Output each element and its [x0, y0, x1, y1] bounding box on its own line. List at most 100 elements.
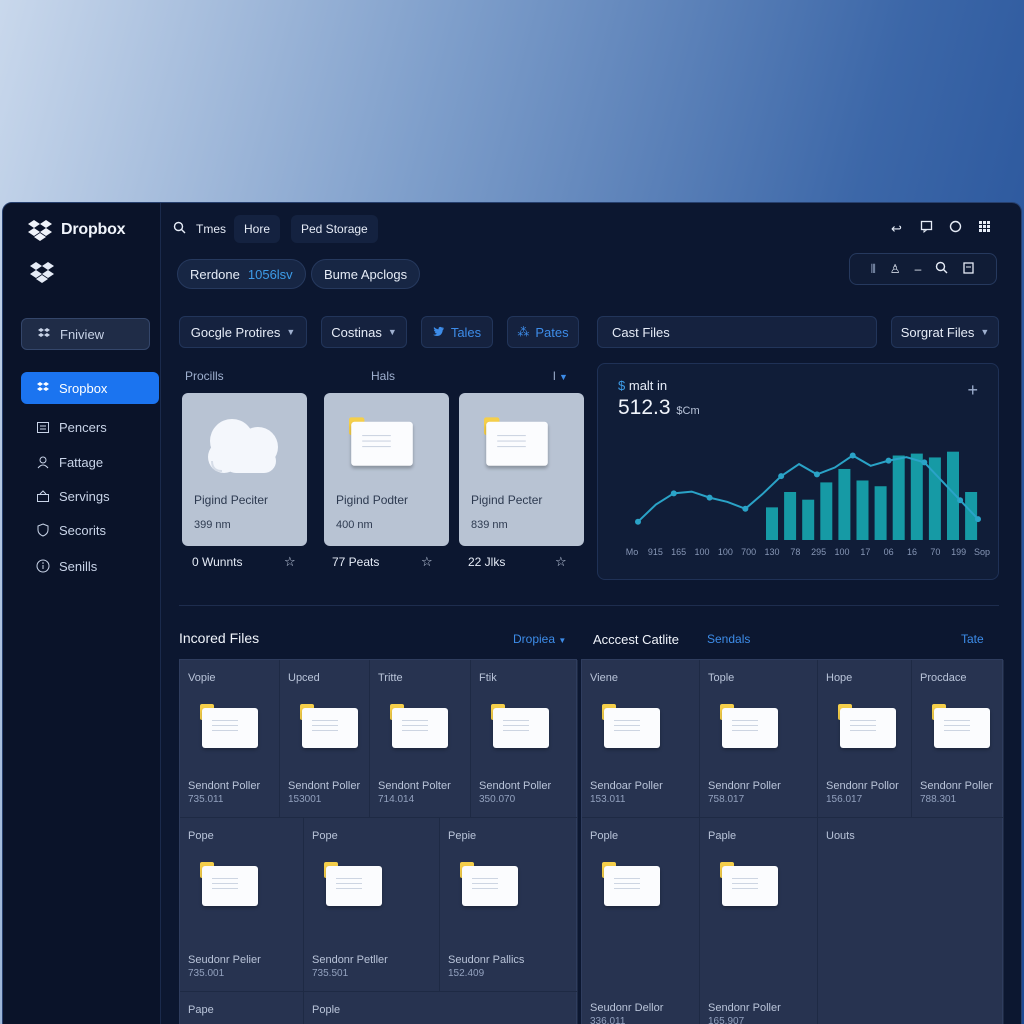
file-tile[interactable]: Tople Sendonr Poller 758.017: [700, 660, 818, 818]
sidebar-item-fattage[interactable]: Fattage: [21, 446, 159, 478]
cast-files-field[interactable]: Cast Files: [597, 316, 877, 348]
star-icon[interactable]: ☆: [555, 554, 567, 570]
search-tab-hore[interactable]: Hore: [234, 215, 281, 243]
section-toggle[interactable]: l ▼: [553, 369, 568, 383]
sidebar-item-label: Pencers: [59, 419, 107, 435]
chart-point: [670, 490, 677, 497]
file-tile-header: Tritte: [378, 672, 403, 684]
folder-icon: [484, 413, 548, 466]
filter-pates[interactable]: ⁂ Pates: [507, 316, 579, 348]
file-tile-header: Paple: [708, 830, 737, 842]
folder-icon: [200, 700, 258, 748]
file-tile[interactable]: Viene Sendoar Poller 153.011: [582, 660, 700, 818]
chevron-down-icon: ▼: [387, 327, 397, 337]
chart-point: [635, 518, 641, 525]
apps-grid-icon[interactable]: [978, 220, 991, 236]
person-icon[interactable]: ♙: [890, 262, 901, 276]
file-tile[interactable]: Hope Sendonr Pollor 156.017: [818, 660, 912, 818]
sidebar-item-label: Senills: [59, 558, 98, 574]
file-tile[interactable]: Tritte Sendont Polter 714.014: [370, 660, 471, 818]
file-tile[interactable]: Paple Sendonr Poller 165.907: [700, 818, 818, 1024]
chart-point: [849, 452, 856, 459]
stat-pill-apclogs[interactable]: Bume Apclogs: [311, 259, 421, 289]
section-title-access: Acccest Catlite: [593, 632, 679, 647]
file-name: Sendonr Poller: [708, 780, 781, 792]
section-toggle-label: l: [553, 369, 556, 383]
sidebar-item-senills[interactable]: Senills: [21, 550, 159, 582]
sidebar-item-secorits[interactable]: Secorits: [21, 514, 159, 546]
file-tile-header: Pople: [590, 830, 619, 842]
sidebar-item-label: Sropbox: [59, 380, 108, 396]
storage-button[interactable]: Ped Storage: [291, 215, 378, 243]
filter-label: Pates: [535, 324, 569, 340]
search-bar[interactable]: Tmes Hore: [173, 215, 281, 243]
filter-tales[interactable]: Tales: [421, 316, 493, 348]
file-tile[interactable]: Procdace Sendonr Poller 788.301: [912, 660, 1004, 818]
chart-point: [742, 505, 749, 512]
dropbox-icon: [35, 380, 51, 396]
file-tile[interactable]: Pople Seudonr Dellor 336.011: [582, 818, 700, 1024]
sidebar-item-label: Fattage: [59, 454, 104, 470]
x-tick-label: 165: [671, 547, 686, 557]
file-size: 336.011: [590, 1016, 626, 1024]
file-size: 153001: [288, 794, 322, 805]
files-dropdown[interactable]: Dropiea ▼: [513, 632, 566, 646]
sidebar-item-servings[interactable]: Servings: [21, 480, 159, 512]
file-size: 714.014: [378, 794, 415, 805]
filter-costinas[interactable]: Costinas ▼: [321, 316, 407, 348]
info-icon: [35, 558, 51, 574]
dropbox-logo-icon: [28, 220, 52, 241]
filter-sorted-files[interactable]: Sorgrat Files ▼: [891, 316, 999, 348]
section-label-procills: Procills: [185, 369, 224, 383]
share-icon: [35, 488, 51, 504]
file-tile[interactable]: Pape: [180, 992, 304, 1024]
toolbar-actions: ⫴ ♙ –: [849, 253, 997, 285]
sidebar: Dropbox Fniview Sropbox Pencers Fattage …: [3, 203, 161, 1024]
file-name: Seudonr Pelier: [188, 954, 261, 966]
chevron-down-icon: ▼: [980, 327, 990, 337]
status-icon[interactable]: [949, 220, 962, 236]
search-tab-times[interactable]: Tmes: [196, 222, 226, 236]
back-icon[interactable]: ↩: [891, 221, 902, 237]
chart-bar: [820, 482, 833, 540]
brand[interactable]: Dropbox: [27, 219, 126, 241]
upload-icon[interactable]: [962, 261, 975, 277]
sidebar-item-pencers[interactable]: Pencers: [21, 411, 159, 443]
file-card[interactable]: Pigind Pecter 839 nm: [459, 393, 584, 546]
sidebar-item-review[interactable]: Fniview: [21, 318, 150, 350]
filter-google-protires[interactable]: Gocgle Protires ▼: [179, 316, 307, 348]
chat-icon[interactable]: [920, 220, 933, 236]
file-tile[interactable]: Upced Sendont Poller 153001: [280, 660, 370, 818]
chart-bar: [838, 468, 851, 540]
file-size: 156.017: [826, 794, 863, 805]
file-tile[interactable]: Uouts: [818, 818, 1004, 1024]
file-tile-header: Hope: [826, 672, 853, 684]
columns-icon[interactable]: ⫴: [871, 262, 876, 277]
file-tile-header: Upced: [288, 672, 320, 684]
file-tile-header: Pape: [188, 1004, 214, 1016]
file-tile[interactable]: Pope Sendonr Petller 735.501: [304, 818, 440, 992]
x-tick-label: 915: [648, 547, 663, 557]
file-name: Sendoar Poller: [590, 780, 663, 792]
star-icon[interactable]: ☆: [421, 554, 433, 570]
search-icon[interactable]: [935, 261, 948, 277]
file-tile[interactable]: Ftik Sendont Poller 350.070: [471, 660, 578, 818]
minus-icon[interactable]: –: [915, 262, 922, 276]
file-tile[interactable]: Pople: [304, 992, 578, 1024]
stat-pill-rerdone[interactable]: Rerdone 1056lsv: [177, 259, 306, 289]
file-tile-header: Procdace: [920, 672, 967, 684]
x-tick-label: Mo: [626, 547, 639, 557]
star-icon[interactable]: ☆: [284, 554, 296, 570]
stat-pill-label: Bume Apclogs: [324, 266, 408, 282]
file-tile[interactable]: Pepie Seudonr Pallics 152.409: [440, 818, 578, 992]
file-tile[interactable]: Vopie Sendont Poller 735.011: [180, 660, 280, 818]
file-card[interactable]: Pigind Peciter 399 nm: [182, 393, 307, 546]
folder-icon: [720, 700, 778, 748]
tab-sendals[interactable]: Sendals: [707, 632, 750, 646]
tab-tate[interactable]: Tate: [961, 632, 984, 646]
x-tick-label: 06: [884, 547, 894, 557]
folder-icon: [602, 858, 660, 906]
file-tile[interactable]: Pope Seudonr Pelier 735.001: [180, 818, 304, 992]
file-card[interactable]: Pigind Podter 400 nm: [324, 393, 449, 546]
sidebar-item-dropbox[interactable]: Sropbox: [21, 372, 159, 404]
